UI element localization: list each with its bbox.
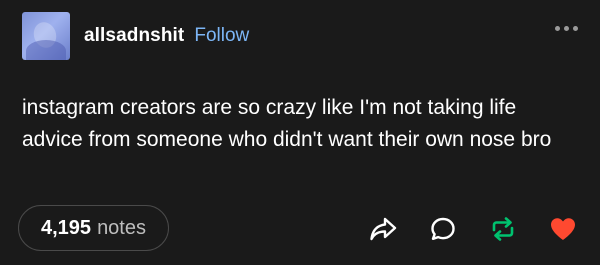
follow-button[interactable]: Follow xyxy=(194,25,249,47)
avatar[interactable] xyxy=(22,12,70,60)
reblog-icon[interactable] xyxy=(488,214,518,244)
more-options-icon[interactable] xyxy=(555,26,578,31)
heart-icon[interactable] xyxy=(548,214,578,244)
notes-button[interactable]: 4,195 notes xyxy=(18,205,169,251)
share-icon[interactable] xyxy=(368,214,398,244)
reply-icon[interactable] xyxy=(428,214,458,244)
username[interactable]: allsadnshit xyxy=(84,25,184,47)
post-actions xyxy=(368,214,578,244)
post-header: allsadnshit Follow xyxy=(22,12,249,60)
notes-label: notes xyxy=(97,216,146,239)
post-card: allsadnshit Follow instagram creators ar… xyxy=(0,0,600,265)
post-text: instagram creators are so crazy like I'm… xyxy=(22,96,552,151)
notes-count: 4,195 xyxy=(41,216,92,239)
